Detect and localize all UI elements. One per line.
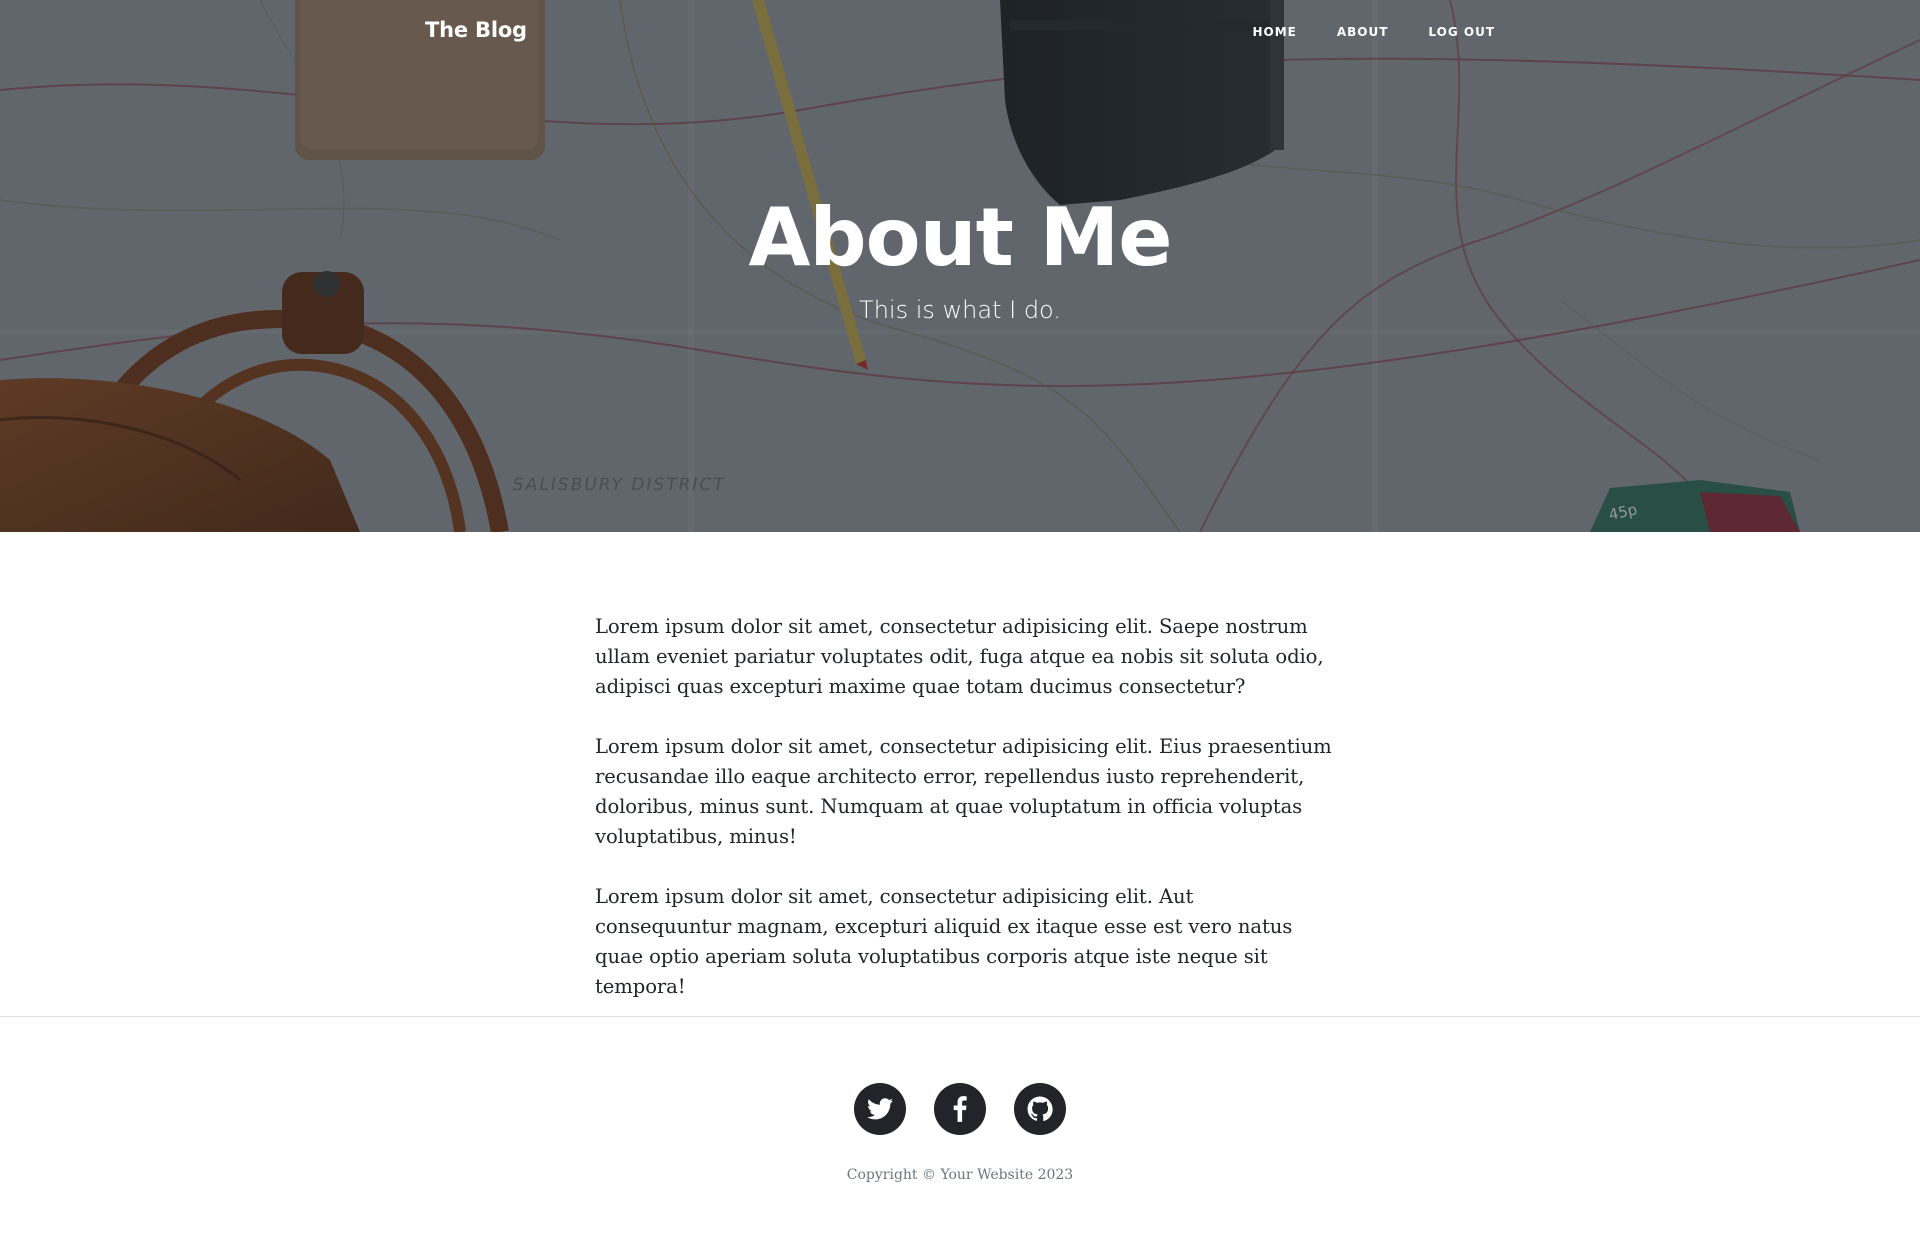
content-paragraph: Lorem ipsum dolor sit amet, consectetur … bbox=[595, 885, 1293, 998]
content-paragraph: Lorem ipsum dolor sit amet, consectetur … bbox=[595, 615, 1324, 698]
facebook-link[interactable] bbox=[934, 1083, 986, 1135]
github-link[interactable] bbox=[1014, 1083, 1066, 1135]
page-title: About Me bbox=[748, 191, 1172, 284]
social-links bbox=[0, 1083, 1920, 1135]
facebook-icon bbox=[953, 1096, 967, 1122]
twitter-icon bbox=[867, 1098, 893, 1120]
nav-logout-link[interactable]: Log Out bbox=[1428, 25, 1495, 39]
github-icon bbox=[1027, 1096, 1053, 1122]
content-paragraph: Lorem ipsum dolor sit amet, consectetur … bbox=[595, 735, 1332, 848]
nav-about-link[interactable]: About bbox=[1337, 25, 1389, 39]
twitter-link[interactable] bbox=[854, 1083, 906, 1135]
hero-section: SALISBURY DISTRICT 45p The Blog Home Abo… bbox=[0, 0, 1920, 532]
footer-divider bbox=[0, 1016, 1920, 1017]
navbar: The Blog Home About Log Out bbox=[0, 0, 1920, 66]
copyright-text: Copyright © Your Website 2023 bbox=[846, 1167, 1074, 1183]
page-subtitle: This is what I do. bbox=[859, 296, 1061, 324]
page-heading: About Me This is what I do. bbox=[0, 198, 1920, 325]
main-content: Lorem ipsum dolor sit amet, consectetur … bbox=[595, 612, 1335, 1032]
nav-home-link[interactable]: Home bbox=[1252, 25, 1296, 39]
brand-link[interactable]: The Blog bbox=[425, 18, 527, 42]
nav-links: Home About Log Out bbox=[1212, 25, 1495, 39]
